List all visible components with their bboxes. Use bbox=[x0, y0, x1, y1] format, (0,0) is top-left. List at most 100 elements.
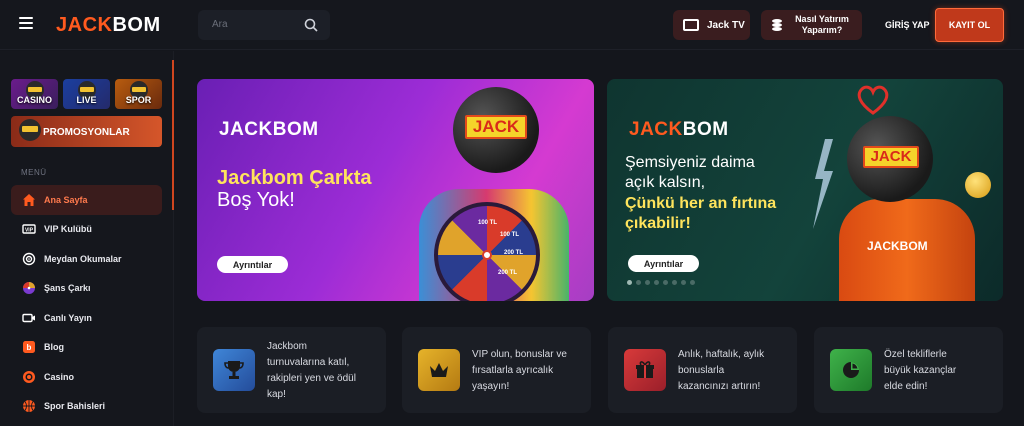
feature-card-line: Jackbom bbox=[267, 341, 308, 352]
promo-banner-wheel[interactable]: JACKBOM Jackbom Çarkta Boş Yok! JACK 100… bbox=[197, 79, 594, 301]
quick-tile-live[interactable]: LIVE bbox=[63, 79, 110, 109]
banner-logo: JACKBOM bbox=[629, 119, 729, 141]
sidebar-item-vip[interactable]: VIP VIP Kulübü bbox=[11, 215, 162, 245]
banner-logo-left: JACK bbox=[629, 119, 683, 140]
heart-icon bbox=[857, 85, 889, 115]
mascot-icon bbox=[19, 119, 41, 141]
feature-card-text: Özel tekliflerle büyük kazançlar elde ed… bbox=[884, 347, 956, 395]
sidebar-item-label: Meydan Okumalar bbox=[44, 253, 122, 264]
bomb-mascot: JACK bbox=[453, 87, 539, 173]
register-button[interactable]: KAYIT OL bbox=[935, 8, 1004, 42]
search-input[interactable]: Ara bbox=[198, 10, 330, 40]
banner-text-line: Şemsiyeniz daima bbox=[625, 154, 755, 171]
how-to-deposit-button[interactable]: Nasıl Yatırım Yaparım? bbox=[761, 10, 862, 40]
site-logo[interactable]: JACKBOM bbox=[56, 14, 161, 37]
quick-tile-label: SPOR bbox=[125, 95, 152, 105]
sidebar-scroll-accent[interactable] bbox=[172, 60, 174, 210]
feature-card-vip[interactable]: VIP olun, bonuslar ve fırsatlarla ayrıca… bbox=[402, 327, 591, 413]
banner-logo: JACKBOM bbox=[219, 119, 319, 141]
carousel-dot[interactable] bbox=[663, 280, 668, 285]
sidebar-menu: Ana Sayfa VIP VIP Kulübü Meydan Okumalar… bbox=[11, 185, 162, 421]
feature-card-text: Anlık, haftalık, aylık bonuslarla kazanc… bbox=[678, 347, 764, 395]
banner-logo-right: BOM bbox=[272, 119, 319, 140]
banner-logo-right: BOM bbox=[682, 119, 729, 140]
feature-card-line: rakipleri yen ve ödül bbox=[267, 373, 356, 384]
coins-icon bbox=[772, 19, 782, 31]
trophy-icon bbox=[213, 349, 255, 391]
details-button[interactable]: Ayrıntılar bbox=[217, 256, 288, 273]
carousel-dot[interactable] bbox=[627, 280, 632, 285]
quick-tile-spor[interactable]: SPOR bbox=[115, 79, 162, 109]
feature-card-text: VIP olun, bonuslar ve fırsatlarla ayrıca… bbox=[472, 347, 567, 395]
banner-highlight-line: çıkabilir! bbox=[625, 215, 691, 232]
sidebar-item-label: Spor Bahisleri bbox=[44, 401, 106, 412]
login-button[interactable]: GİRİŞ YAP bbox=[885, 20, 930, 30]
svg-text:b: b bbox=[27, 343, 32, 352]
feature-card-offers[interactable]: Özel tekliflerle büyük kazançlar elde ed… bbox=[814, 327, 1003, 413]
wheel-hub bbox=[482, 250, 492, 260]
feature-card-bonuses[interactable]: Anlık, haftalık, aylık bonuslarla kazanc… bbox=[608, 327, 797, 413]
promotions-label: PROMOSYONLAR bbox=[43, 127, 130, 138]
sidebar: CASINO LIVE SPOR PROMOSYONLAR MENÜ Ana S… bbox=[0, 51, 174, 426]
logo-text-left: JACK bbox=[56, 14, 113, 36]
lightning-icon bbox=[813, 139, 833, 229]
sidebar-item-label: Blog bbox=[44, 342, 64, 353]
feature-card-tournaments[interactable]: Jackbom turnuvalarına katıl, rakipleri y… bbox=[197, 327, 386, 413]
menu-icon[interactable] bbox=[19, 17, 33, 29]
sidebar-item-label: Canlı Yayın bbox=[44, 312, 92, 323]
carousel-dot[interactable] bbox=[690, 280, 695, 285]
target-icon bbox=[22, 252, 36, 265]
blog-icon: b bbox=[23, 341, 35, 354]
gold-coin-icon bbox=[965, 172, 991, 198]
jack-tv-button[interactable]: Jack TV bbox=[673, 10, 750, 40]
bomb-plate: JACK bbox=[465, 115, 527, 139]
carousel-dots[interactable] bbox=[627, 280, 699, 285]
quick-tile-label: CASINO bbox=[16, 95, 52, 105]
carousel-dot[interactable] bbox=[645, 280, 650, 285]
crown-icon bbox=[418, 349, 460, 391]
sidebar-item-blog[interactable]: b Blog bbox=[11, 333, 162, 363]
prize-wheel: 100 TL 100 TL 200 TL 200 TL bbox=[434, 202, 540, 301]
promotions-banner[interactable]: PROMOSYONLAR bbox=[11, 116, 162, 147]
sidebar-item-label: Ana Sayfa bbox=[44, 194, 88, 205]
sidebar-item-label: Şans Çarkı bbox=[44, 283, 91, 294]
feature-card-line: kap! bbox=[267, 389, 286, 400]
vip-icon: VIP bbox=[22, 224, 36, 234]
logo-text-right: BOM bbox=[112, 14, 161, 36]
quick-tile-label: LIVE bbox=[76, 95, 97, 105]
sidebar-item-home[interactable]: Ana Sayfa bbox=[11, 185, 162, 215]
feature-card-line: bonuslarla bbox=[678, 365, 725, 376]
feature-card-line: yaşayın! bbox=[472, 381, 510, 392]
feature-card-text: Jackbom turnuvalarına katıl, rakipleri y… bbox=[267, 339, 356, 403]
menu-heading: MENÜ bbox=[21, 168, 47, 177]
carousel-dot[interactable] bbox=[672, 280, 677, 285]
wheel-label: 200 TL bbox=[498, 270, 518, 276]
search-icon[interactable] bbox=[304, 18, 318, 32]
wheel-label: 100 TL bbox=[478, 220, 498, 226]
sidebar-item-sports[interactable]: Spor Bahisleri bbox=[11, 392, 162, 422]
feature-card-line: kazancınızı artırın! bbox=[678, 381, 761, 392]
tv-icon bbox=[683, 19, 699, 31]
wheel-label: 100 TL bbox=[500, 232, 520, 238]
quick-tile-casino[interactable]: CASINO bbox=[11, 79, 58, 109]
feature-card-line: fırsatlarla ayrıcalık bbox=[472, 365, 554, 376]
sidebar-item-casino[interactable]: Casino bbox=[11, 362, 162, 392]
search-placeholder: Ara bbox=[212, 19, 228, 30]
sidebar-item-challenges[interactable]: Meydan Okumalar bbox=[11, 244, 162, 274]
banner-subtitle: Boş Yok! bbox=[217, 189, 295, 211]
carousel-dot[interactable] bbox=[654, 280, 659, 285]
sidebar-item-lucky-wheel[interactable]: Şans Çarkı bbox=[11, 274, 162, 304]
carousel-dot[interactable] bbox=[681, 280, 686, 285]
feature-card-line: VIP olun, bonuslar ve bbox=[472, 349, 567, 360]
carousel-dot[interactable] bbox=[636, 280, 641, 285]
svg-text:VIP: VIP bbox=[25, 228, 34, 234]
feature-card-line: Özel tekliflerle bbox=[884, 349, 947, 360]
bomb-mascot: JACK bbox=[847, 116, 933, 202]
promo-banner-storm[interactable]: JACKBOM Şemsiyeniz daima açık kalsın, Çü… bbox=[607, 79, 1003, 301]
casino-chip-icon bbox=[23, 370, 35, 383]
wheel-icon bbox=[23, 282, 35, 295]
details-button[interactable]: Ayrıntılar bbox=[628, 255, 699, 272]
hoodie-figure: JACKBOM bbox=[839, 199, 975, 301]
bomb-plate: JACK bbox=[863, 146, 919, 168]
sidebar-item-live-stream[interactable]: Canlı Yayın bbox=[11, 303, 162, 333]
